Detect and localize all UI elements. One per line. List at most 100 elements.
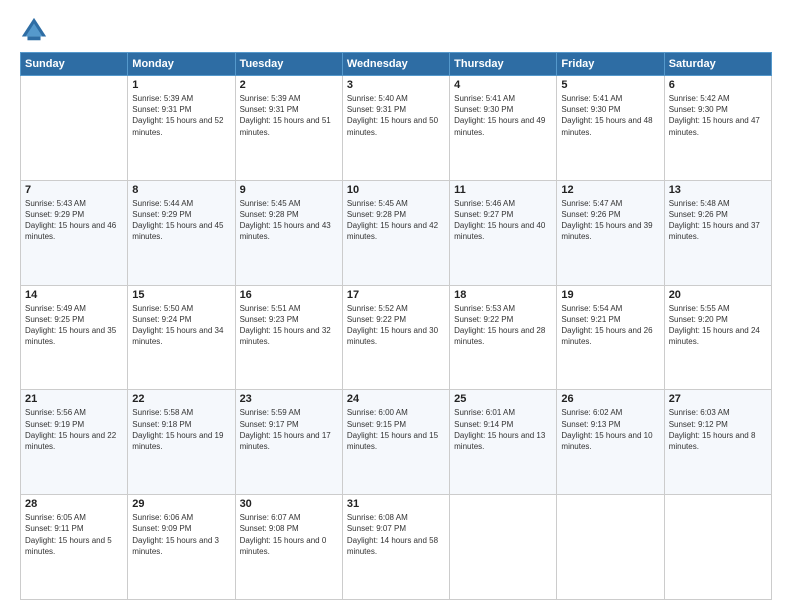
day-number: 17 <box>347 289 445 301</box>
day-info: Sunrise: 5:39 AMSunset: 9:31 PMDaylight:… <box>132 93 230 138</box>
calendar-cell: 24 Sunrise: 6:00 AMSunset: 9:15 PMDaylig… <box>342 390 449 495</box>
calendar-cell: 26 Sunrise: 6:02 AMSunset: 9:13 PMDaylig… <box>557 390 664 495</box>
calendar-week-row: 21 Sunrise: 5:56 AMSunset: 9:19 PMDaylig… <box>21 390 772 495</box>
calendar-cell: 25 Sunrise: 6:01 AMSunset: 9:14 PMDaylig… <box>450 390 557 495</box>
day-info: Sunrise: 5:44 AMSunset: 9:29 PMDaylight:… <box>132 198 230 243</box>
calendar-cell: 2 Sunrise: 5:39 AMSunset: 9:31 PMDayligh… <box>235 76 342 181</box>
day-info: Sunrise: 5:46 AMSunset: 9:27 PMDaylight:… <box>454 198 552 243</box>
day-info: Sunrise: 5:43 AMSunset: 9:29 PMDaylight:… <box>25 198 123 243</box>
day-info: Sunrise: 5:51 AMSunset: 9:23 PMDaylight:… <box>240 303 338 348</box>
calendar-cell: 18 Sunrise: 5:53 AMSunset: 9:22 PMDaylig… <box>450 285 557 390</box>
day-info: Sunrise: 5:48 AMSunset: 9:26 PMDaylight:… <box>669 198 767 243</box>
day-info: Sunrise: 6:06 AMSunset: 9:09 PMDaylight:… <box>132 512 230 557</box>
day-info: Sunrise: 5:40 AMSunset: 9:31 PMDaylight:… <box>347 93 445 138</box>
calendar-cell: 21 Sunrise: 5:56 AMSunset: 9:19 PMDaylig… <box>21 390 128 495</box>
calendar-week-row: 1 Sunrise: 5:39 AMSunset: 9:31 PMDayligh… <box>21 76 772 181</box>
day-info: Sunrise: 6:08 AMSunset: 9:07 PMDaylight:… <box>347 512 445 557</box>
day-number: 2 <box>240 79 338 91</box>
calendar-header-row: SundayMondayTuesdayWednesdayThursdayFrid… <box>21 53 772 76</box>
day-number: 24 <box>347 393 445 405</box>
calendar-cell: 22 Sunrise: 5:58 AMSunset: 9:18 PMDaylig… <box>128 390 235 495</box>
calendar-cell: 19 Sunrise: 5:54 AMSunset: 9:21 PMDaylig… <box>557 285 664 390</box>
day-number: 9 <box>240 184 338 196</box>
weekday-header: Friday <box>557 53 664 76</box>
calendar-cell: 3 Sunrise: 5:40 AMSunset: 9:31 PMDayligh… <box>342 76 449 181</box>
calendar-week-row: 28 Sunrise: 6:05 AMSunset: 9:11 PMDaylig… <box>21 495 772 600</box>
page: SundayMondayTuesdayWednesdayThursdayFrid… <box>0 0 792 612</box>
calendar-cell: 6 Sunrise: 5:42 AMSunset: 9:30 PMDayligh… <box>664 76 771 181</box>
calendar-cell: 28 Sunrise: 6:05 AMSunset: 9:11 PMDaylig… <box>21 495 128 600</box>
day-info: Sunrise: 5:49 AMSunset: 9:25 PMDaylight:… <box>25 303 123 348</box>
calendar-cell: 16 Sunrise: 5:51 AMSunset: 9:23 PMDaylig… <box>235 285 342 390</box>
weekday-header: Saturday <box>664 53 771 76</box>
calendar-cell: 23 Sunrise: 5:59 AMSunset: 9:17 PMDaylig… <box>235 390 342 495</box>
day-number: 10 <box>347 184 445 196</box>
day-number: 1 <box>132 79 230 91</box>
day-info: Sunrise: 6:00 AMSunset: 9:15 PMDaylight:… <box>347 407 445 452</box>
calendar-cell <box>664 495 771 600</box>
day-number: 15 <box>132 289 230 301</box>
day-number: 13 <box>669 184 767 196</box>
weekday-header: Sunday <box>21 53 128 76</box>
weekday-header: Tuesday <box>235 53 342 76</box>
day-number: 16 <box>240 289 338 301</box>
day-number: 28 <box>25 498 123 510</box>
day-number: 20 <box>669 289 767 301</box>
calendar-cell: 27 Sunrise: 6:03 AMSunset: 9:12 PMDaylig… <box>664 390 771 495</box>
day-number: 22 <box>132 393 230 405</box>
day-info: Sunrise: 5:50 AMSunset: 9:24 PMDaylight:… <box>132 303 230 348</box>
day-number: 23 <box>240 393 338 405</box>
day-info: Sunrise: 6:05 AMSunset: 9:11 PMDaylight:… <box>25 512 123 557</box>
calendar-cell <box>450 495 557 600</box>
day-number: 3 <box>347 79 445 91</box>
day-number: 8 <box>132 184 230 196</box>
day-number: 25 <box>454 393 552 405</box>
weekday-header: Monday <box>128 53 235 76</box>
day-info: Sunrise: 5:45 AMSunset: 9:28 PMDaylight:… <box>240 198 338 243</box>
calendar-cell: 13 Sunrise: 5:48 AMSunset: 9:26 PMDaylig… <box>664 180 771 285</box>
day-info: Sunrise: 5:39 AMSunset: 9:31 PMDaylight:… <box>240 93 338 138</box>
day-number: 18 <box>454 289 552 301</box>
day-number: 26 <box>561 393 659 405</box>
logo <box>20 16 52 44</box>
calendar-table: SundayMondayTuesdayWednesdayThursdayFrid… <box>20 52 772 600</box>
calendar-cell: 14 Sunrise: 5:49 AMSunset: 9:25 PMDaylig… <box>21 285 128 390</box>
weekday-header: Thursday <box>450 53 557 76</box>
day-number: 6 <box>669 79 767 91</box>
day-number: 27 <box>669 393 767 405</box>
weekday-header: Wednesday <box>342 53 449 76</box>
logo-icon <box>20 16 48 44</box>
day-number: 31 <box>347 498 445 510</box>
day-number: 5 <box>561 79 659 91</box>
day-number: 7 <box>25 184 123 196</box>
calendar-cell: 4 Sunrise: 5:41 AMSunset: 9:30 PMDayligh… <box>450 76 557 181</box>
calendar-cell: 20 Sunrise: 5:55 AMSunset: 9:20 PMDaylig… <box>664 285 771 390</box>
day-info: Sunrise: 5:41 AMSunset: 9:30 PMDaylight:… <box>454 93 552 138</box>
day-info: Sunrise: 5:59 AMSunset: 9:17 PMDaylight:… <box>240 407 338 452</box>
calendar-cell: 1 Sunrise: 5:39 AMSunset: 9:31 PMDayligh… <box>128 76 235 181</box>
day-info: Sunrise: 5:47 AMSunset: 9:26 PMDaylight:… <box>561 198 659 243</box>
day-number: 11 <box>454 184 552 196</box>
calendar-cell: 30 Sunrise: 6:07 AMSunset: 9:08 PMDaylig… <box>235 495 342 600</box>
calendar-cell: 10 Sunrise: 5:45 AMSunset: 9:28 PMDaylig… <box>342 180 449 285</box>
day-info: Sunrise: 5:55 AMSunset: 9:20 PMDaylight:… <box>669 303 767 348</box>
day-number: 21 <box>25 393 123 405</box>
calendar-cell <box>557 495 664 600</box>
day-info: Sunrise: 5:45 AMSunset: 9:28 PMDaylight:… <box>347 198 445 243</box>
day-info: Sunrise: 5:53 AMSunset: 9:22 PMDaylight:… <box>454 303 552 348</box>
calendar-week-row: 14 Sunrise: 5:49 AMSunset: 9:25 PMDaylig… <box>21 285 772 390</box>
calendar-cell: 12 Sunrise: 5:47 AMSunset: 9:26 PMDaylig… <box>557 180 664 285</box>
day-number: 30 <box>240 498 338 510</box>
day-info: Sunrise: 6:03 AMSunset: 9:12 PMDaylight:… <box>669 407 767 452</box>
day-info: Sunrise: 6:02 AMSunset: 9:13 PMDaylight:… <box>561 407 659 452</box>
calendar-cell: 17 Sunrise: 5:52 AMSunset: 9:22 PMDaylig… <box>342 285 449 390</box>
day-number: 12 <box>561 184 659 196</box>
day-info: Sunrise: 5:54 AMSunset: 9:21 PMDaylight:… <box>561 303 659 348</box>
day-info: Sunrise: 5:56 AMSunset: 9:19 PMDaylight:… <box>25 407 123 452</box>
day-info: Sunrise: 6:01 AMSunset: 9:14 PMDaylight:… <box>454 407 552 452</box>
day-number: 29 <box>132 498 230 510</box>
calendar-cell: 8 Sunrise: 5:44 AMSunset: 9:29 PMDayligh… <box>128 180 235 285</box>
calendar-cell: 11 Sunrise: 5:46 AMSunset: 9:27 PMDaylig… <box>450 180 557 285</box>
day-number: 4 <box>454 79 552 91</box>
day-number: 19 <box>561 289 659 301</box>
